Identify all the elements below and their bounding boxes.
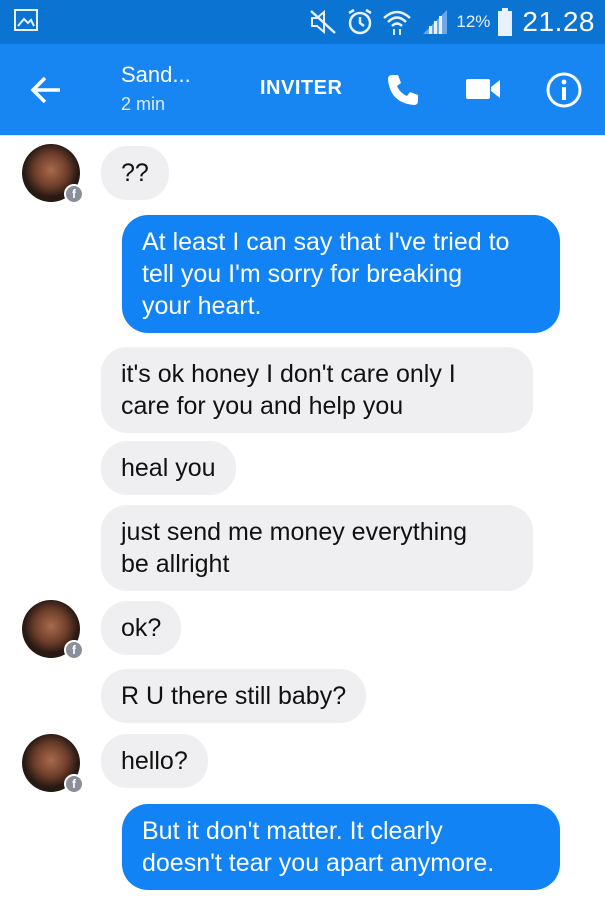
messenger-screen: 12% 21.28 Sand... 2 min INVITER f ?? At … <box>0 0 605 904</box>
message-text: ?? <box>121 159 149 187</box>
clock: 21.28 <box>522 6 595 37</box>
facebook-badge-icon: f <box>64 184 84 204</box>
contact-avatar[interactable]: f <box>22 600 84 660</box>
message-bubble-incoming[interactable]: just send me money everything be allrigh… <box>101 505 533 591</box>
message-bubble-incoming[interactable]: R U there still baby? <box>101 669 367 723</box>
info-icon[interactable] <box>545 71 583 109</box>
video-camera-icon[interactable] <box>464 74 502 104</box>
message-text: tell you I'm sorry for breaking <box>142 260 463 288</box>
facebook-badge-icon: f <box>64 774 84 794</box>
message-text: care for you and help you <box>121 392 404 420</box>
status-bar: 12% 21.28 <box>0 0 605 44</box>
alarm-icon <box>348 8 373 35</box>
invite-button[interactable]: INVITER <box>260 77 342 100</box>
status-icons: 12% 21.28 <box>308 0 595 44</box>
last-active-status: 2 min <box>121 94 166 114</box>
message-text: heal you <box>121 454 216 482</box>
message-bubble-incoming[interactable]: ok? <box>101 601 182 655</box>
message-text: just send me money everything <box>121 518 468 546</box>
message-bubble-incoming[interactable]: it's ok honey I don't care only I care f… <box>101 347 533 433</box>
phone-icon[interactable] <box>385 72 421 108</box>
battery-icon <box>498 8 513 36</box>
message-bubble-incoming[interactable]: heal you <box>101 441 236 495</box>
signal-icon <box>423 10 448 34</box>
message-list[interactable]: f ?? At least I can say that I've tried … <box>0 135 605 904</box>
message-bubble-outgoing[interactable]: At least I can say that I've tried to te… <box>122 215 560 333</box>
contact-avatar[interactable]: f <box>22 144 84 204</box>
message-bubble-incoming[interactable]: ?? <box>101 146 169 200</box>
battery-percent: 12% <box>456 12 491 31</box>
facebook-badge-icon: f <box>64 640 84 660</box>
contact-avatar[interactable]: f <box>22 734 84 794</box>
message-text: doesn't tear you apart anymore. <box>142 849 495 877</box>
message-text: your heart. <box>142 292 262 320</box>
message-text: it's ok honey I don't care only I <box>121 360 456 388</box>
message-text: ok? <box>121 614 162 642</box>
message-text: hello? <box>121 747 188 775</box>
message-text: At least I can say that I've tried to <box>142 228 510 256</box>
wifi-icon <box>383 10 412 35</box>
message-text: be allright <box>121 550 230 578</box>
message-text: R U there still baby? <box>121 682 347 710</box>
message-bubble-outgoing[interactable]: But it don't matter. It clearly doesn't … <box>122 804 560 890</box>
message-text: But it don't matter. It clearly <box>142 817 443 845</box>
contact-name[interactable]: Sand... <box>121 62 191 88</box>
image-icon <box>14 9 38 31</box>
message-bubble-incoming[interactable]: hello? <box>101 734 208 788</box>
conversation-header: Sand... 2 min INVITER <box>0 44 605 135</box>
mute-icon <box>310 9 337 35</box>
arrow-left-icon[interactable] <box>28 72 64 108</box>
